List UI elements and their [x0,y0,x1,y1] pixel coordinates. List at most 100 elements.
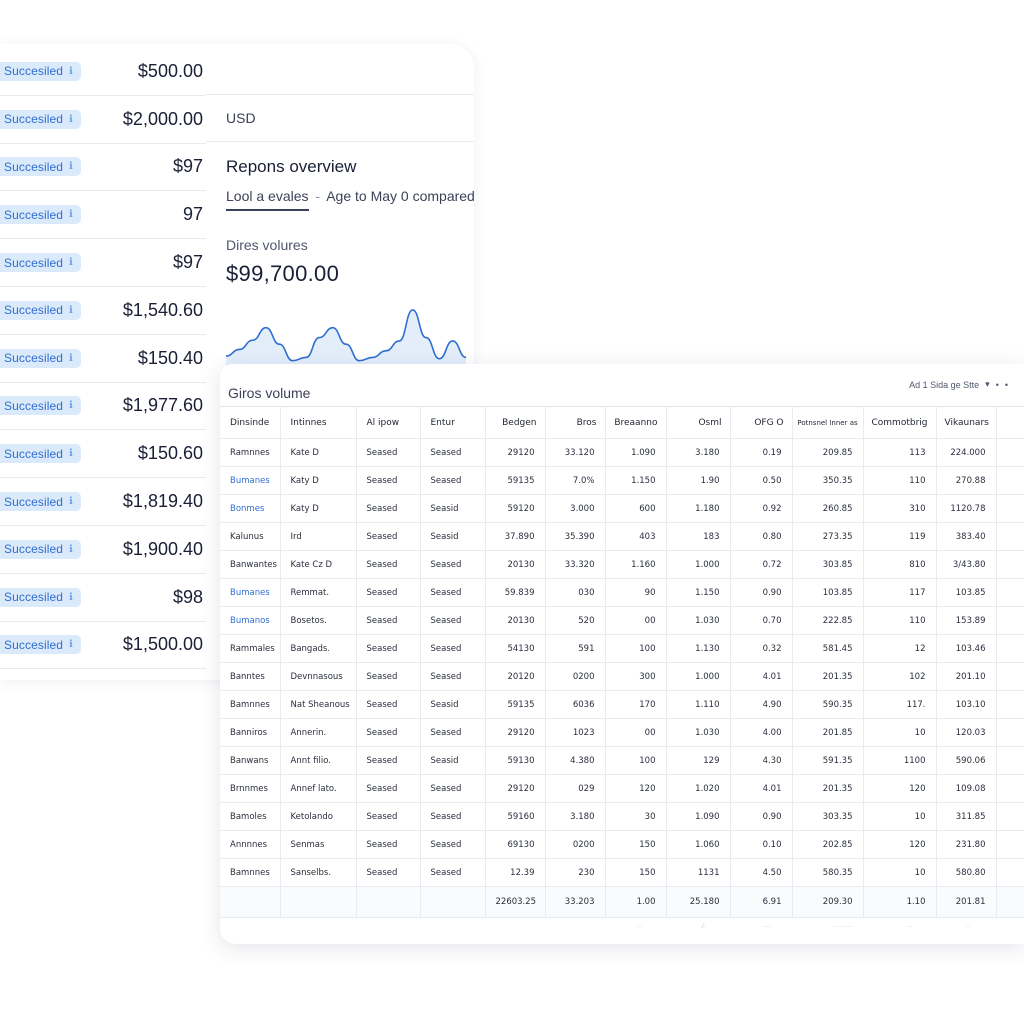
table-cell: Katy D [280,466,357,495]
currency-selector[interactable]: USD [206,94,474,142]
table-cell-link[interactable]: Bumanos [220,606,281,635]
tab-overview-active[interactable]: Lool a evales [226,188,309,211]
table-cell: 303.85 [792,550,864,579]
column-header[interactable]: Potnsnel Inner as [792,406,864,439]
table-row[interactable]: Bonmes Katy D Seased Seasid 59120 3.000 600 1.1… [220,494,1024,523]
table-row[interactable]: Bumanes Katy D Seased Seased 59135 7.0% 1.150 1… [220,466,1024,495]
table-row[interactable]: Bamnnes Sanselbs. Seased Seased 12.39 230 150 1… [220,858,1024,887]
payment-row[interactable]: Succesiled ℹ $150.40 [0,335,206,383]
overview-title: Repons overview [226,157,357,176]
column-header[interactable]: Breaanno [605,406,667,439]
table-cell: 59120 [485,494,546,523]
table-row[interactable]: Rammales Bangads. Seased Seased 54130 591 100 1… [220,634,1024,663]
table-cell: Seased [420,550,486,579]
table-row[interactable]: Ramnnes Kate D Seased Seased 29120 33.120 1.09… [220,438,1024,467]
table-row[interactable]: Banwantes Kate Cz D Seased Seased 20130 33.32… [220,550,1024,579]
table-row[interactable]: Banntes Devnnasous Seased Seased 20120 0200 30… [220,662,1024,691]
payment-amount: $1,977.60 [122,395,203,416]
total-cell [420,886,486,918]
table-cell: 590.06 [936,746,997,775]
table-row[interactable]: Bumanos Bosetos. Seased Seased 20130 520 00 1.0… [220,606,1024,635]
table-cell-link[interactable]: Bonmes [220,494,281,523]
table-cell: 4.90 [730,690,793,719]
table-cell: 33.320 [545,550,606,579]
payment-row[interactable]: Succesiled ℹ $97 [0,239,206,287]
column-header[interactable]: OFG O [730,406,793,439]
table-cell: 230 [545,858,606,887]
status-badge: Succesiled ℹ [0,205,81,225]
table-cell: 120 [605,774,667,803]
table-cell: 1.090 [605,438,667,467]
table-cell: 0.90 [730,802,793,831]
total-cell [220,886,281,918]
column-header[interactable]: Bedgen [485,406,546,439]
table-cell-link[interactable]: Bumanes [220,466,281,495]
currency-label: USD [226,110,256,126]
table-row[interactable]: Banwans Annt filio. Seased Seasid 59130 4.380… [220,746,1024,775]
table-cell-link[interactable]: Bumanes [220,578,281,607]
column-header[interactable]: Commotbrig [863,406,937,439]
table-row[interactable]: Banniros Annerin. Seased Seased 29120 1023 00 1… [220,718,1024,747]
table-cell: 209.85 [792,438,864,467]
table-cell: 581.45 [792,634,864,663]
table-row[interactable]: Bumanes Remmat. Seased Seased 59.839 030 90 1.1… [220,578,1024,607]
payment-amount: $150.60 [137,443,203,464]
faint-footer-cell: ·/· [700,924,706,930]
status-badge-label: Succesiled [4,542,64,557]
column-header[interactable]: Bros [545,406,606,439]
faint-footer-cell: ·········· [833,924,853,930]
payment-row[interactable]: Succesiled ℹ $1,500.00 [0,622,206,670]
table-cell: 303.35 [792,802,864,831]
column-header[interactable]: Al ipow [356,406,421,439]
table-cell: 1.030 [666,718,731,747]
column-header[interactable]: Dinsinde [220,406,281,439]
table-cell: Seased [356,690,421,719]
table-cell: Annnnes [220,830,281,859]
payment-row[interactable]: Succesiled ℹ 97 [0,191,206,240]
column-header[interactable] [996,406,1024,439]
payment-row[interactable]: Succesiled ℹ $1,977.60 [0,383,206,431]
table-cell: 4.01 [730,662,793,691]
info-icon: ℹ [69,161,73,173]
payment-row[interactable]: Succesiled ℹ $1,900.40 [0,526,206,574]
table-cell: Seased [420,438,486,467]
table-cell: 59135 [485,690,546,719]
table-cell: Seased [420,858,486,887]
status-badge: Succesiled ℹ [0,348,81,368]
column-header[interactable]: Vikaunars [936,406,997,439]
date-range-filter[interactable]: Age to May 0 compared [326,188,474,204]
volume-sparkline [226,309,466,366]
table-cell: 6036 [545,690,606,719]
info-icon: ℹ [69,639,73,651]
column-header[interactable]: Entur [420,406,486,439]
table-filter[interactable]: Ad 1 Sida ge Stte ▾ • • [909,379,1008,390]
payment-row[interactable]: Succesiled ℹ $500.00 [0,48,206,96]
table-cell: 310 [863,494,937,523]
table-row[interactable]: Annnnes Senmas Seased Seased 69130 0200 150 1.0… [220,830,1024,859]
table-cell [996,550,1024,579]
payment-row[interactable]: Succesiled ℹ $2,000.00 [0,96,206,144]
table-cell: 120 [863,774,937,803]
table-row[interactable]: Bamnnes Nat Sheanous Seased Seasid 59135 6036… [220,690,1024,719]
column-header[interactable]: Intinnes [280,406,357,439]
table-cell [996,438,1024,467]
table-cell: 0.32 [730,634,793,663]
table-cell: Annerin. [280,718,357,747]
table-cell: 20120 [485,662,546,691]
table-cell: 0.90 [730,578,793,607]
table-row[interactable]: Brnnmes Annef lato. Seased Seased 29120 029 12… [220,774,1024,803]
table-cell: 1.020 [666,774,731,803]
column-header[interactable]: Osml [666,406,731,439]
table-cell: Annef lato. [280,774,357,803]
payment-row[interactable]: Succesiled ℹ $1,819.40 [0,478,206,526]
info-icon: ℹ [69,400,73,412]
payment-row[interactable]: Succesiled ℹ $150.60 [0,430,206,479]
table-cell: 1.130 [666,634,731,663]
table-row[interactable]: Kalunus Ird Seased Seasid 37.890 35.390 403 183… [220,522,1024,551]
payment-row[interactable]: Succesiled ℹ $98 [0,574,206,622]
filter-label: Ad 1 Sida ge Stte [909,379,980,390]
table-cell: 59160 [485,802,546,831]
table-row[interactable]: Bamoles Ketolando Seased Seased 59160 3.180 30… [220,802,1024,831]
payment-row[interactable]: Succesiled ℹ $1,540.60 [0,287,206,335]
payment-row[interactable]: Succesiled ℹ $97 [0,144,206,192]
